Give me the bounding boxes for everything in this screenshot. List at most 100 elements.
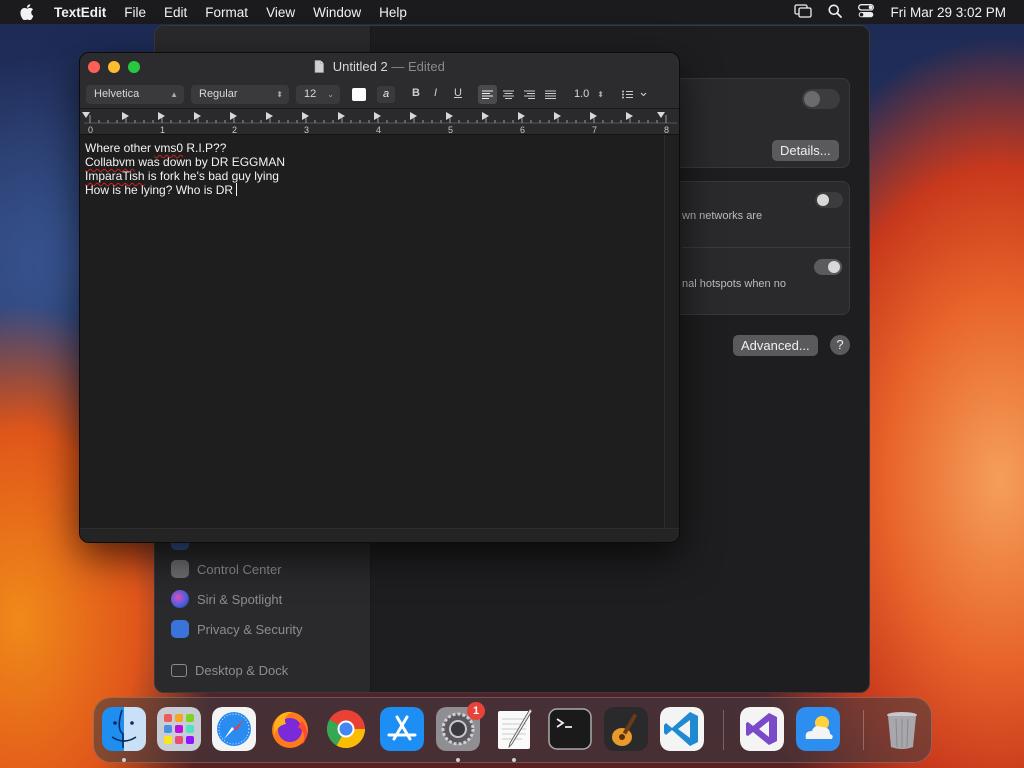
text-run: How is he lying? Who is DR <box>85 183 234 197</box>
sidebar-item-label: Privacy & Security <box>197 621 303 637</box>
left-indent-marker-icon[interactable] <box>82 112 90 118</box>
underline-button[interactable]: U <box>454 87 462 99</box>
menu-help[interactable]: Help <box>370 5 416 20</box>
select-arrows-icon: ⬍ <box>276 90 283 99</box>
sidebar-item-label: Control Center <box>197 561 282 577</box>
dock-separator <box>863 710 864 750</box>
dock-separator <box>723 710 724 750</box>
firefox-icon[interactable] <box>268 707 312 751</box>
text-line: Where other vms0 R.I.P?? <box>85 141 661 155</box>
safari-icon[interactable] <box>212 707 256 751</box>
menu-view[interactable]: View <box>257 5 304 20</box>
ruler-number: 4 <box>376 125 381 135</box>
bulleted-list-icon <box>622 90 647 99</box>
apple-menu-icon[interactable] <box>17 2 37 22</box>
sidebar-item-control-center[interactable]: Control Center <box>171 560 282 578</box>
menu-bar: TextEdit File Edit Format View Window He… <box>0 0 1024 24</box>
privacy-hand-icon <box>171 620 189 638</box>
line-spacing-select[interactable]: 1.0 ⬍ <box>568 85 606 104</box>
align-left-icon <box>482 90 493 99</box>
menu-format[interactable]: Format <box>196 5 257 20</box>
ask-join-toggle[interactable] <box>815 192 843 208</box>
sidebar-item-siri-spotlight[interactable]: Siri & Spotlight <box>171 590 282 608</box>
title-separator: — <box>391 59 405 74</box>
menu-app-name[interactable]: TextEdit <box>45 5 115 20</box>
advanced-button[interactable]: Advanced... <box>733 335 818 356</box>
menu-edit[interactable]: Edit <box>155 5 196 20</box>
sidebar-item-label: Siri & Spotlight <box>197 591 283 607</box>
horizontal-scrollbar[interactable] <box>80 528 679 542</box>
text-run: Where other <box>85 141 155 155</box>
weather-icon[interactable] <box>796 707 840 751</box>
ruler-number: 2 <box>232 125 237 135</box>
misspelled-word: vms0 <box>154 141 184 155</box>
launchpad-icon[interactable] <box>157 707 201 751</box>
text-run: is fork he's bad guy lying <box>144 169 279 183</box>
font-style-value: Regular <box>199 88 238 100</box>
text-line: ImparaTish is fork he's bad guy lying <box>85 169 661 183</box>
menu-file[interactable]: File <box>115 5 155 20</box>
right-margin-marker-icon[interactable] <box>657 112 665 118</box>
format-toolbar: Helvetica ▲ Regular ⬍ 12 ⌄ a B I U 1.0 ⬍ <box>80 81 679 109</box>
align-right-button[interactable] <box>520 85 539 104</box>
menu-window[interactable]: Window <box>304 5 370 20</box>
vertical-scrollbar[interactable] <box>664 135 679 528</box>
terminal-icon[interactable] <box>548 707 592 751</box>
bold-button[interactable]: B <box>412 87 420 99</box>
finder-icon[interactable] <box>102 707 146 751</box>
trash-icon[interactable] <box>880 707 924 751</box>
screen-mirroring-icon[interactable] <box>794 3 813 21</box>
wifi-toggle[interactable] <box>802 89 840 109</box>
font-size-value: 12 <box>304 88 317 100</box>
align-center-button[interactable] <box>499 85 518 104</box>
control-center-icon[interactable] <box>858 3 875 21</box>
desktop-dock-icon <box>171 664 187 677</box>
app-store-icon[interactable] <box>380 707 424 751</box>
textedit-icon[interactable] <box>492 707 536 751</box>
title-bar[interactable]: Untitled 2 — Edited <box>80 53 679 81</box>
line-spacing-value: 1.0 <box>574 88 590 100</box>
dock: 1 <box>93 697 932 763</box>
font-style-select[interactable]: Regular ⬍ <box>191 85 289 104</box>
menu-clock[interactable]: Fri Mar 29 3:02 PM <box>890 5 1006 20</box>
align-right-icon <box>524 90 535 99</box>
text-color-swatch[interactable] <box>352 88 366 101</box>
ruler[interactable]: 0 1 2 3 4 5 6 7 8 <box>80 109 679 135</box>
highlight-color-button[interactable]: a <box>377 86 395 103</box>
sidebar-item-desktop-dock[interactable]: Desktop & Dock <box>171 663 288 678</box>
ruler-number: 1 <box>160 125 165 135</box>
document-text-area[interactable]: Where other vms0 R.I.P?? Collabvm was dow… <box>80 135 666 528</box>
edited-label: Edited <box>407 59 445 74</box>
ruler-ticks: 0 1 2 3 4 5 6 7 8 <box>82 112 677 135</box>
ruler-number: 3 <box>304 125 309 135</box>
font-family-select[interactable]: Helvetica ▲ <box>86 85 184 104</box>
align-left-button[interactable] <box>478 85 497 104</box>
visual-studio-icon[interactable] <box>740 707 784 751</box>
chrome-icon[interactable] <box>324 707 368 751</box>
align-center-icon <box>503 90 514 99</box>
spotlight-search-icon[interactable] <box>828 4 843 21</box>
ruler-number: 8 <box>664 125 669 135</box>
select-arrows-icon: ▲ <box>170 90 178 99</box>
text-caret <box>236 183 238 196</box>
italic-button[interactable]: I <box>434 87 437 99</box>
ruler-number: 5 <box>448 125 453 135</box>
document-title: Untitled 2 <box>332 59 388 74</box>
vscode-icon[interactable] <box>660 707 704 751</box>
text-run: R.I.P?? <box>183 141 227 155</box>
sidebar-item-privacy-security[interactable]: Privacy & Security <box>171 620 302 638</box>
hotspot-toggle[interactable] <box>814 259 842 275</box>
divider <box>682 247 851 248</box>
justify-button[interactable] <box>541 85 560 104</box>
document-icon <box>314 60 324 76</box>
help-button[interactable]: ? <box>830 335 850 355</box>
garageband-icon[interactable] <box>604 707 648 751</box>
font-size-select[interactable]: 12 ⌄ <box>296 85 340 104</box>
running-indicator <box>122 758 126 762</box>
misspelled-word: ImparaTish <box>85 169 145 183</box>
list-style-button[interactable] <box>618 85 652 104</box>
justify-icon <box>545 90 556 99</box>
chevron-down-icon: ⌄ <box>327 90 334 99</box>
window-title: Untitled 2 — Edited <box>80 59 679 76</box>
details-button[interactable]: Details... <box>772 140 839 161</box>
